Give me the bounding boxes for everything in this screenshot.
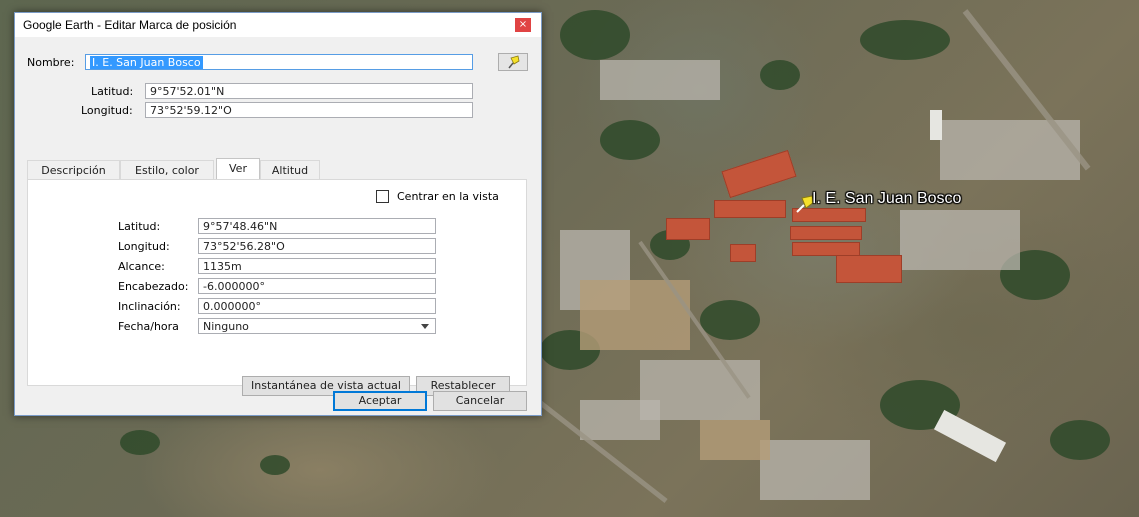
longitude-input[interactable]: 73°52'59.12"O [145, 102, 473, 118]
chevron-down-icon [421, 324, 429, 329]
heading-label: Encabezado: [118, 280, 189, 293]
heading-input[interactable]: -6.000000° [198, 278, 436, 294]
longitude-label: Longitud: [81, 104, 133, 117]
dialog-title: Google Earth - Editar Marca de posición [23, 18, 237, 32]
placemark-map-label[interactable]: I. E. San Juan Bosco [812, 190, 961, 208]
view-longitude-label: Longitud: [118, 240, 170, 253]
dialog-titlebar[interactable]: Google Earth - Editar Marca de posición … [15, 13, 541, 37]
placemark-icon-button[interactable] [498, 53, 528, 71]
cancel-button[interactable]: Cancelar [433, 391, 527, 411]
range-label: Alcance: [118, 260, 165, 273]
tab-style-color[interactable]: Estilo, color [120, 160, 214, 180]
tilt-label: Inclinación: [118, 300, 181, 313]
name-input[interactable]: I. E. San Juan Bosco [85, 54, 473, 70]
datetime-select[interactable]: Ninguno [198, 318, 436, 334]
pushpin-icon [508, 55, 520, 69]
range-input[interactable]: 1135m [198, 258, 436, 274]
center-in-view-checkbox[interactable] [376, 190, 389, 203]
tab-altitude[interactable]: Altitud [260, 160, 320, 180]
edit-placemark-dialog: Google Earth - Editar Marca de posición … [14, 12, 542, 416]
ok-button[interactable]: Aceptar [333, 391, 427, 411]
view-latitude-label: Latitud: [118, 220, 161, 233]
latitude-input[interactable]: 9°57'52.01"N [145, 83, 473, 99]
tab-description[interactable]: Descripción [27, 160, 120, 180]
datetime-label: Fecha/hora [118, 320, 179, 333]
datetime-select-value: Ninguno [203, 320, 249, 333]
tilt-input[interactable]: 0.000000° [198, 298, 436, 314]
center-in-view-label: Centrar en la vista [397, 190, 499, 203]
tab-view[interactable]: Ver [216, 158, 260, 181]
view-tab-panel: Centrar en la vista Latitud: 9°57'48.46"… [27, 179, 527, 396]
view-longitude-input[interactable]: 73°52'56.28"O [198, 238, 436, 254]
view-latitude-input[interactable]: 9°57'48.46"N [198, 218, 436, 234]
close-button[interactable]: × [515, 18, 531, 32]
latitude-label: Latitud: [91, 85, 134, 98]
name-label: Nombre: [27, 56, 75, 69]
name-input-value: I. E. San Juan Bosco [90, 56, 203, 69]
